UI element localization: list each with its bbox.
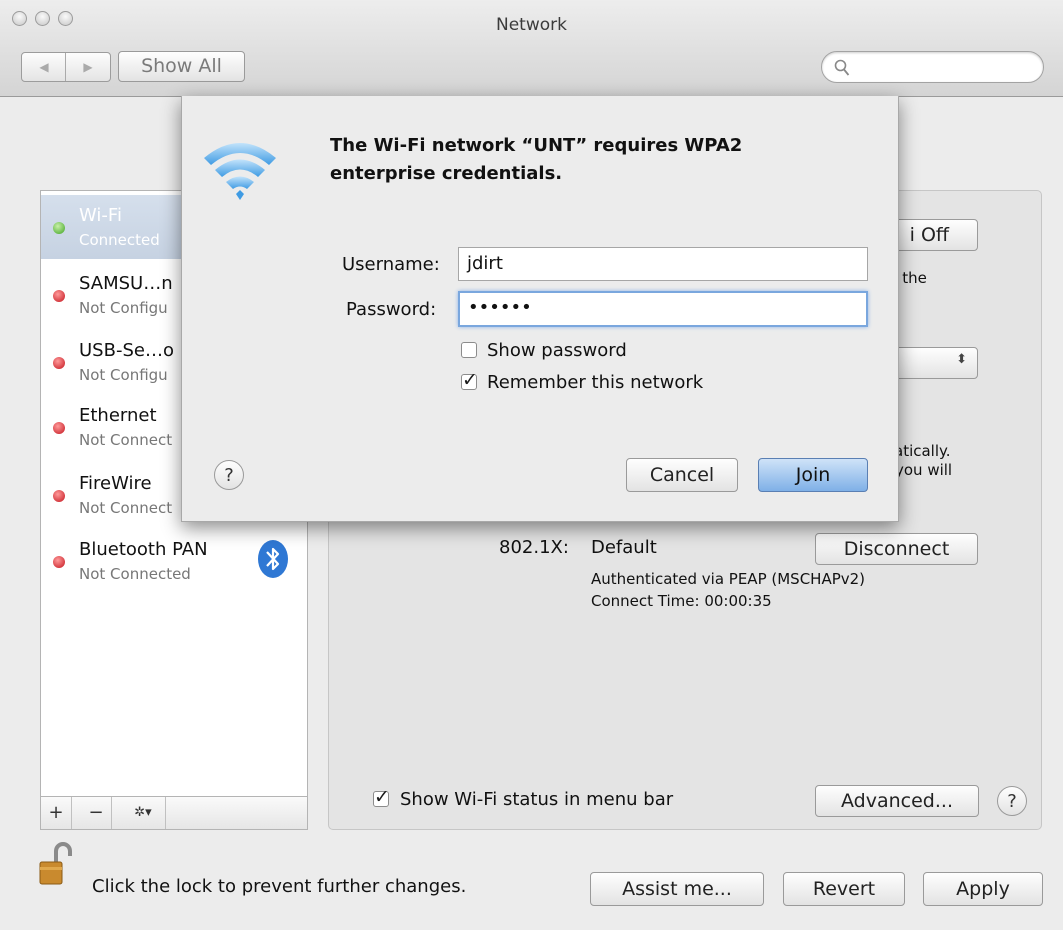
dot1x-value: Default	[591, 537, 657, 558]
dialog-help-button[interactable]: ?	[214, 460, 244, 490]
dialog-message: The Wi-Fi network “UNT” requires WPA2 en…	[330, 132, 742, 188]
wpa2-credentials-sheet: The Wi-Fi network “UNT” requires WPA2 en…	[181, 96, 899, 522]
sidebar-item-status: Not Connect	[79, 499, 173, 517]
forward-button[interactable]: ▶	[66, 53, 110, 81]
window-title: Network	[496, 15, 567, 35]
service-list-toolbar: + − ✲▾	[40, 796, 308, 830]
sidebar-item-label: Bluetooth PAN	[79, 539, 208, 560]
sidebar-item-label: SAMSU…n	[79, 273, 173, 294]
sidebar-item-status: Not Connected	[79, 565, 191, 583]
search-field[interactable]	[821, 51, 1044, 83]
show-password-checkbox[interactable]	[461, 342, 477, 358]
username-label: Username:	[342, 254, 440, 275]
authentication-info: Authenticated via PEAP (MSCHAPv2)	[591, 570, 866, 588]
dialog-message-line-2: enterprise credentials.	[330, 163, 563, 184]
show-wifi-status-checkbox[interactable]	[373, 786, 390, 808]
sidebar-item-label: USB-Se…o	[79, 340, 174, 361]
back-button[interactable]: ◀	[22, 53, 66, 81]
help-button[interactable]: ?	[997, 786, 1027, 816]
username-field[interactable]: jdirt	[458, 247, 868, 281]
dialog-message-line-1: The Wi-Fi network “UNT” requires WPA2	[330, 135, 743, 156]
sidebar-item-label: Wi-Fi	[79, 205, 122, 226]
status-dot-green	[53, 222, 65, 234]
join-button[interactable]: Join	[758, 458, 868, 492]
ask-to-join-description: atically.	[894, 442, 951, 460]
lock-message: Click the lock to prevent further change…	[92, 876, 467, 897]
sidebar-item-status: Not Configu	[79, 299, 168, 317]
dot1x-label: 802.1X:	[499, 537, 569, 558]
add-service-button[interactable]: +	[41, 797, 72, 829]
cancel-button[interactable]: Cancel	[626, 458, 738, 492]
connect-time: Connect Time: 00:00:35	[591, 592, 772, 610]
show-password-label: Show password	[487, 340, 627, 361]
gear-menu-button[interactable]: ✲▾	[121, 797, 166, 829]
sidebar-item-status: Connected	[79, 231, 160, 249]
status-dot-red	[53, 490, 65, 502]
wifi-icon	[204, 143, 276, 200]
sidebar-item-label: FireWire	[79, 473, 152, 494]
disconnect-button[interactable]: Disconnect	[815, 533, 978, 565]
ask-to-join-description-2: you will	[895, 461, 953, 479]
status-dot-red	[53, 357, 65, 369]
sidebar-item-label: Ethernet	[79, 405, 157, 426]
password-field[interactable]: ••••••	[458, 291, 868, 327]
sidebar-item-status: Not Connect	[79, 431, 173, 449]
remove-service-button[interactable]: −	[81, 797, 112, 829]
sidebar-item-status: Not Configu	[79, 366, 168, 384]
title-toolbar: Network ◀ ▶ Show All	[0, 0, 1063, 97]
revert-button[interactable]: Revert	[783, 872, 905, 906]
password-label: Password:	[346, 299, 437, 320]
show-wifi-status-label: Show Wi-Fi status in menu bar	[400, 789, 674, 810]
network-preferences-window: Network ◀ ▶ Show All Wi-Fi Connected SAM…	[0, 0, 1063, 930]
search-icon	[834, 59, 850, 76]
lock-icon[interactable]	[38, 842, 74, 888]
status-dot-red	[53, 422, 65, 434]
sidebar-item-bluetooth-pan[interactable]: Bluetooth PAN Not Connected	[41, 529, 307, 593]
back-forward-control: ◀ ▶	[21, 52, 111, 82]
bluetooth-icon	[258, 540, 288, 578]
show-all-button[interactable]: Show All	[118, 51, 245, 82]
remember-network-checkbox[interactable]	[461, 369, 478, 391]
status-dot-red	[53, 290, 65, 302]
apply-button[interactable]: Apply	[923, 872, 1043, 906]
popup-arrows-icon: ⬍	[956, 352, 967, 367]
remember-network-label: Remember this network	[487, 372, 704, 393]
advanced-button[interactable]: Advanced...	[815, 785, 979, 817]
status-dot-red	[53, 556, 65, 568]
assist-me-button[interactable]: Assist me...	[590, 872, 764, 906]
